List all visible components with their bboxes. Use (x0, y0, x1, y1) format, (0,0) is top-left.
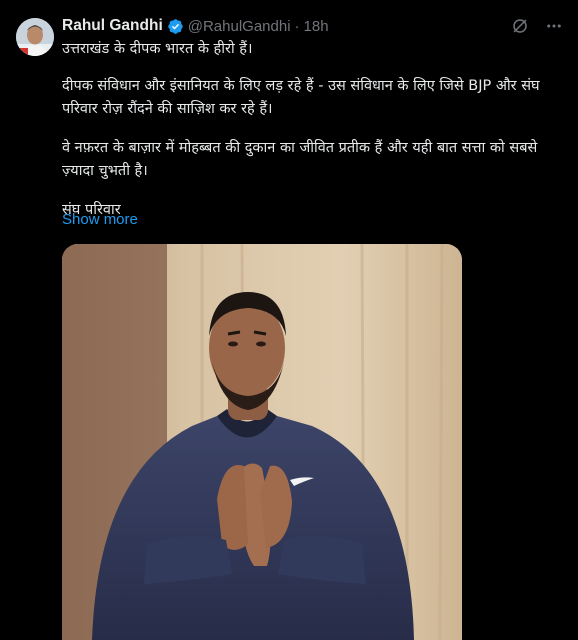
tweet-paragraph: उत्तराखंड के दीपक भारत के हीरो हैं। (62, 41, 253, 57)
more-icon[interactable] (544, 16, 564, 36)
tweet-paragraph: वे नफ़रत के बाज़ार में मोहब्बत की दुकान … (62, 140, 538, 179)
author-name[interactable]: Rahul Gandhi (62, 17, 163, 35)
timestamp[interactable]: 18h (304, 18, 329, 35)
author-handle[interactable]: @RahulGandhi (188, 18, 291, 35)
tweet[interactable]: Rahul Gandhi @RahulGandhi · 18h उत्तराखं… (0, 0, 578, 640)
show-more-link[interactable]: Show more (62, 211, 138, 228)
verified-badge-icon (167, 18, 184, 35)
tweet-paragraph: दीपक संविधान और इंसानियत के लिए लड़ रहे … (62, 78, 540, 117)
separator: · (294, 17, 300, 35)
header-actions (510, 16, 564, 36)
tweet-text: उत्तराखंड के दीपक भारत के हीरो हैं। दीपक… (62, 38, 562, 222)
tweet-video[interactable] (62, 244, 462, 640)
tweet-header: Rahul Gandhi @RahulGandhi · 18h (62, 14, 564, 38)
author-avatar[interactable] (16, 18, 54, 56)
grok-icon[interactable] (510, 16, 530, 36)
video-frame (62, 244, 462, 640)
